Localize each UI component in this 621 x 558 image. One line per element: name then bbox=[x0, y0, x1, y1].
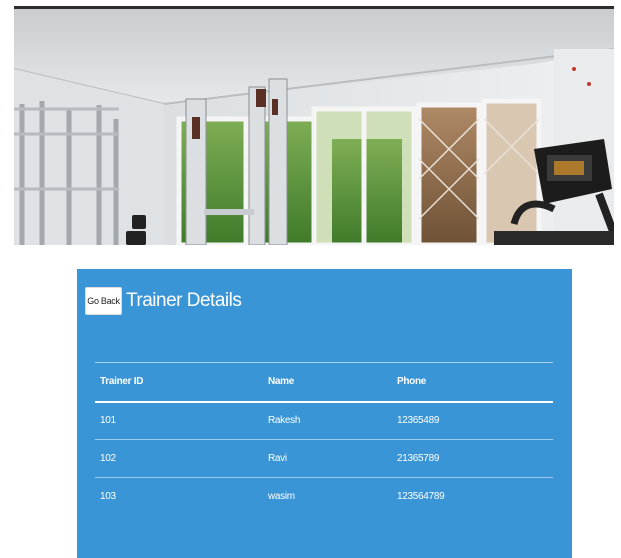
trainer-name-cell: wasim bbox=[268, 491, 295, 503]
trainer-name-cell: Ravi bbox=[268, 453, 287, 464]
trainer-name-cell: Rakesh bbox=[268, 415, 301, 427]
table-row: 101 Rakesh 12365489 bbox=[95, 402, 553, 440]
trainer-phone-cell: 123564789 bbox=[397, 491, 445, 503]
trainer-id-cell: 101 bbox=[100, 415, 116, 427]
trainer-phone-cell: 12365489 bbox=[397, 415, 440, 427]
column-header-trainer-id: Trainer ID bbox=[100, 376, 144, 388]
trainer-id-cell: 102 bbox=[100, 453, 116, 464]
page: Go Back Trainer Details Trainer ID Name … bbox=[0, 0, 621, 558]
trainer-phone-cell: 21365789 bbox=[397, 453, 440, 464]
table-row: 102 Ravi 21365789 bbox=[95, 440, 553, 478]
go-back-button[interactable]: Go Back bbox=[85, 287, 122, 315]
trainer-details-card: Go Back Trainer Details Trainer ID Name … bbox=[77, 269, 572, 558]
column-header-phone: Phone bbox=[397, 376, 427, 388]
table-body: 101 Rakesh 12365489 102 Ravi 21365789 10… bbox=[95, 402, 553, 516]
table-header-row: Trainer ID Name Phone bbox=[95, 362, 553, 402]
table-header: Trainer ID Name Phone bbox=[95, 362, 553, 402]
column-header-name: Name bbox=[268, 376, 295, 388]
page-title: Trainer Details bbox=[126, 290, 242, 311]
trainer-table: Trainer ID Name Phone 101 Rakesh 1236548… bbox=[95, 362, 553, 516]
table-row: 103 wasim 123564789 bbox=[95, 478, 553, 516]
trainer-id-cell: 103 bbox=[100, 491, 116, 503]
gym-hero-image bbox=[14, 6, 614, 245]
